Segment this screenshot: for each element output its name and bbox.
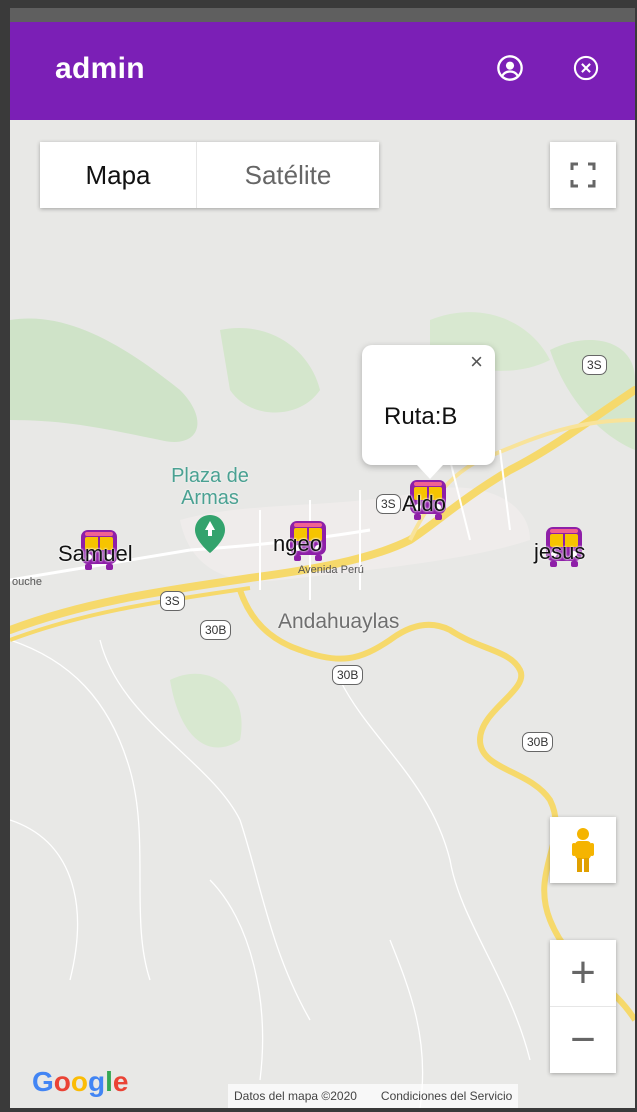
pegman-icon <box>572 828 594 872</box>
close-button[interactable] <box>566 48 606 88</box>
road-shield: 3S <box>582 355 607 375</box>
map-data-credit[interactable]: Datos del mapa ©2020 <box>234 1089 357 1103</box>
road-shield: 30B <box>522 732 554 752</box>
popup-close-button[interactable]: × <box>470 351 483 373</box>
street-view-button[interactable] <box>550 817 616 883</box>
popup-route-text: Ruta:B <box>384 403 458 430</box>
map-attribution: Datos del mapa ©2020 Condiciones del Ser… <box>228 1084 519 1108</box>
fullscreen-icon <box>570 162 596 188</box>
app-bar: admin <box>10 22 635 120</box>
terms-link[interactable]: Condiciones del Servicio <box>381 1089 512 1103</box>
zoom-in-button[interactable]: + <box>550 940 616 1006</box>
road-shield: 30B <box>332 665 364 685</box>
map-type-satellite-button[interactable]: Satélite <box>197 142 379 208</box>
app-frame: admin Mapa Satélite 3S 3S 3S 30B 30B 30B… <box>10 8 635 1108</box>
google-logo: Google <box>32 1066 129 1097</box>
map-view[interactable]: Mapa Satélite 3S 3S 3S 30B 30B 30B Plaza… <box>10 120 635 1108</box>
zoom-control: + − <box>550 940 616 1073</box>
road-shield: 3S <box>160 591 185 611</box>
map-type-map-button[interactable]: Mapa <box>40 142 197 208</box>
map-type-control: Mapa Satélite <box>40 142 379 208</box>
info-popup: × Ruta:B <box>362 345 495 479</box>
close-circle-icon <box>573 55 599 81</box>
zoom-out-button[interactable]: − <box>550 1007 616 1073</box>
street-label: Avenida Perú <box>298 564 364 576</box>
edge-label: ouche <box>12 576 42 588</box>
city-label: Andahuaylas <box>278 610 400 633</box>
road-shield: 30B <box>200 620 232 640</box>
bus-label: Samuel <box>58 541 133 566</box>
account-circle-icon <box>497 55 523 81</box>
plaza-label: Plaza de Armas <box>171 465 249 509</box>
window-top-bar <box>10 8 635 22</box>
bus-label: ngeo <box>273 531 322 556</box>
fullscreen-button[interactable] <box>550 142 616 208</box>
app-title: admin <box>55 52 145 85</box>
bus-label: jesus <box>534 539 586 564</box>
road-shield: 3S <box>376 494 401 514</box>
account-button[interactable] <box>490 48 530 88</box>
bus-label: Aldo <box>402 491 447 516</box>
